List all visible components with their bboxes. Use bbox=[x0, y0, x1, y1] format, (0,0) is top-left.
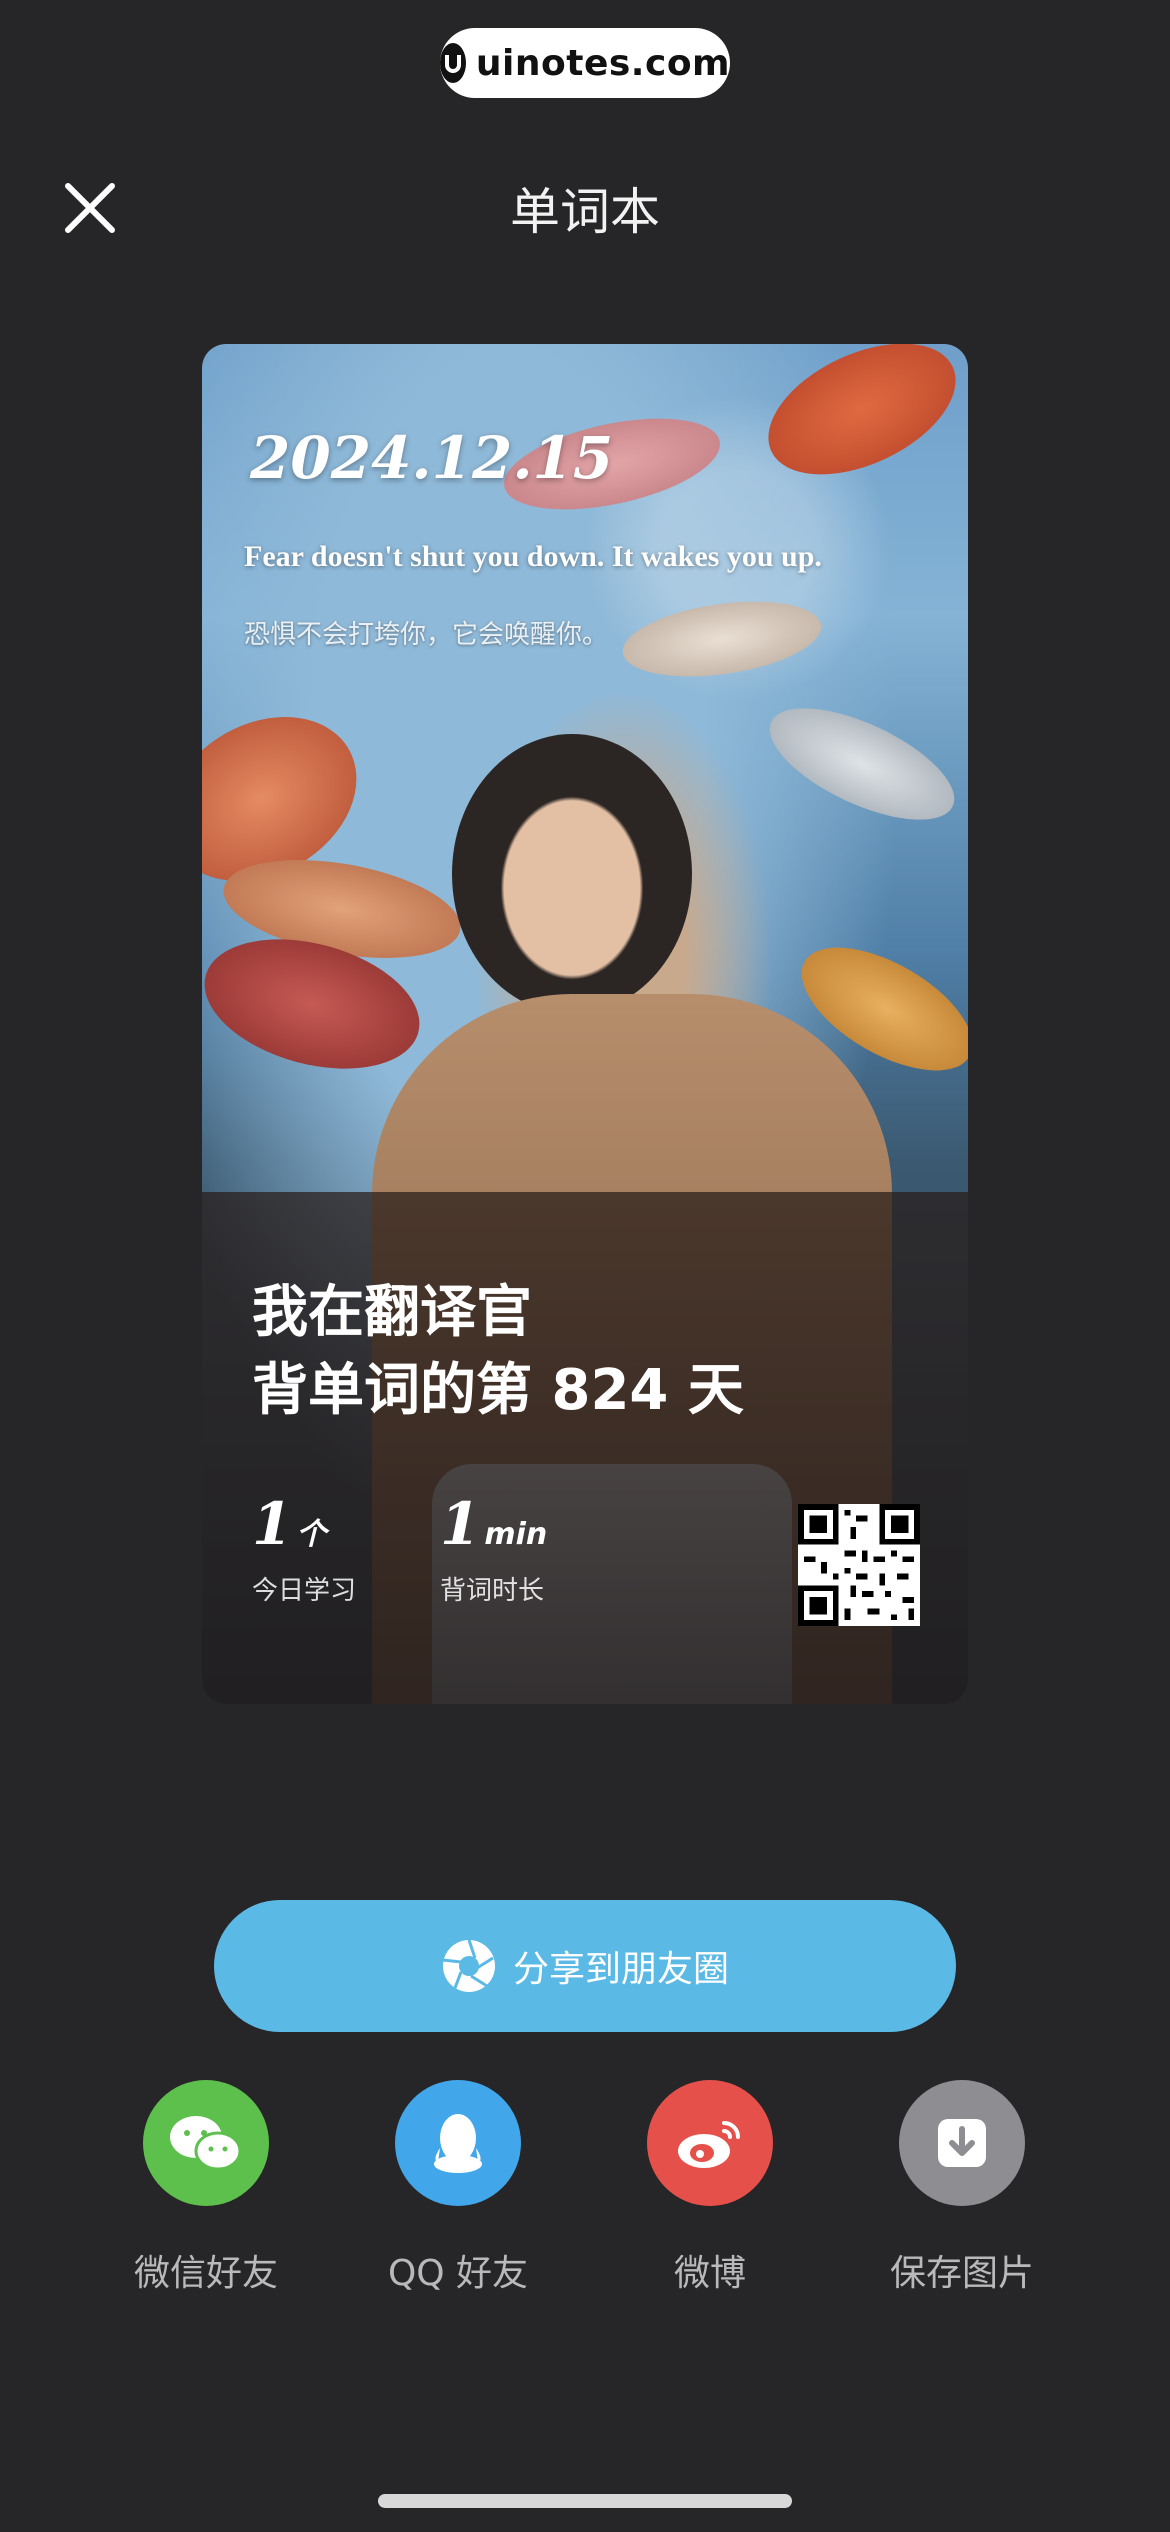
home-indicator[interactable] bbox=[378, 2494, 792, 2508]
stat-label: 今日学习 bbox=[252, 1576, 357, 1606]
share-weibo[interactable]: 微博 bbox=[600, 2080, 820, 2296]
moments-aperture-icon bbox=[442, 1939, 495, 1992]
stat-today-learned: 1个 今日学习 bbox=[252, 1490, 356, 1607]
target-label: QQ 好友 bbox=[387, 2253, 529, 2294]
card-info-overlay bbox=[202, 1192, 968, 1704]
stat-unit: 个 bbox=[296, 1517, 327, 1552]
stat-study-duration: 1 min 背词时长 bbox=[440, 1490, 547, 1607]
quote-english: Fear doesn't shut you down. It wakes you… bbox=[244, 540, 822, 573]
card-date: 2024.12.15 bbox=[250, 424, 614, 492]
card-headline: 我在翻译官 背单词的第 824 天 bbox=[252, 1274, 744, 1430]
stat-value: 1 bbox=[252, 1490, 293, 1558]
qr-code bbox=[798, 1504, 920, 1626]
share-card: 2024.12.15 Fear doesn't shut you down. I… bbox=[202, 344, 968, 1704]
stat-unit: min bbox=[484, 1517, 548, 1552]
uinotes-logo-icon bbox=[439, 43, 466, 83]
weibo-icon bbox=[647, 2080, 773, 2206]
headline-line-2: 背单词的第 824 天 bbox=[252, 1358, 744, 1423]
headline-line-1: 我在翻译官 bbox=[252, 1280, 532, 1345]
watermark-badge: uinotes.com bbox=[439, 28, 731, 98]
share-to-moments-label: 分享到朋友圈 bbox=[512, 1949, 729, 1990]
quote-chinese: 恐惧不会打垮你，它会唤醒你。 bbox=[244, 620, 609, 650]
stat-value: 1 bbox=[440, 1490, 481, 1558]
wechat-icon bbox=[143, 2080, 269, 2206]
share-to-moments-button[interactable]: 分享到朋友圈 bbox=[214, 1900, 956, 2032]
qq-icon bbox=[395, 2080, 521, 2206]
target-label: 微信好友 bbox=[133, 2253, 278, 2294]
target-label: 保存图片 bbox=[889, 2253, 1034, 2294]
download-icon bbox=[899, 2080, 1025, 2206]
stat-label: 背词时长 bbox=[440, 1576, 545, 1606]
target-label: 微博 bbox=[673, 2253, 746, 2294]
page-title: 单词本 bbox=[510, 183, 660, 241]
watermark-text: uinotes.com bbox=[475, 42, 731, 84]
share-qq-friend[interactable]: QQ 好友 bbox=[348, 2080, 568, 2296]
save-image[interactable]: 保存图片 bbox=[852, 2080, 1072, 2296]
share-wechat-friend[interactable]: 微信好友 bbox=[96, 2080, 316, 2296]
